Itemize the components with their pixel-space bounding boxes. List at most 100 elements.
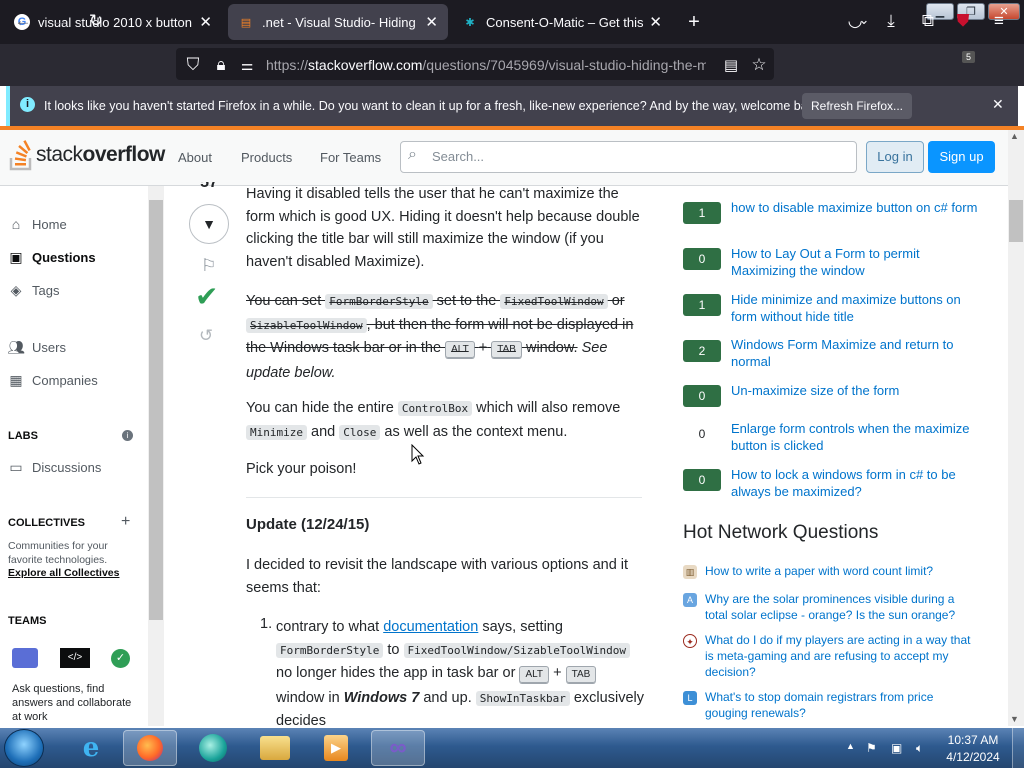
bookmark-icon[interactable]: ⚐ (201, 256, 216, 276)
reload-icon[interactable]: ↻ (85, 10, 107, 32)
sidebar-item-users[interactable]: 👥︎ Users (7, 338, 66, 355)
hot-question-link[interactable]: How to write a paper with word count lim… (705, 563, 975, 579)
tab-consent-o-matic[interactable]: ✱ Consent-O-Matic – Get this Exte ✕ (452, 4, 672, 40)
accepted-checkmark-icon: ✔ (195, 281, 219, 312)
taskbar-internet-explorer[interactable]: e (64, 730, 118, 766)
sidebar-item-questions[interactable]: ▣ Questions (8, 249, 95, 265)
related-question-link[interactable]: How to lock a windows form in c# to be a… (731, 466, 981, 500)
downvote-button[interactable]: ▼ (189, 204, 229, 244)
update-heading: Update (12/24/15) (246, 516, 370, 533)
sidebar-item-companies[interactable]: ▦ Companies (8, 371, 97, 388)
sidebar-item-tags[interactable]: ◈ Tags (8, 281, 60, 298)
download-icon[interactable]: ⤓ (880, 10, 902, 32)
menu-icon[interactable]: ≡ (988, 10, 1010, 32)
pocket-icon[interactable]: ◡ (844, 10, 866, 32)
related-votes: 1 (683, 202, 721, 224)
close-icon[interactable]: ✕ (649, 13, 662, 31)
taskbar-firefox[interactable] (123, 730, 177, 766)
internet-explorer-icon: e (82, 733, 100, 763)
users-icon: 👥︎ (7, 338, 25, 355)
taskbar-visual-studio[interactable]: ∞ (371, 730, 425, 766)
webmasters-site-icon: L (683, 691, 697, 705)
close-icon[interactable]: ✕ (199, 13, 212, 31)
tab-google-search[interactable]: G visual studio 2010 x button only ✕ (4, 4, 222, 40)
new-tab-icon[interactable]: + (682, 10, 706, 34)
tray-expand-icon[interactable]: ▲ (846, 741, 855, 751)
answer-paragraph-strikethrough: You can set FormBorderStyle set to the F… (246, 293, 634, 381)
related-question-link[interactable]: Un-maximize size of the form (731, 382, 981, 399)
ublock-icon[interactable]: ⛊ (952, 10, 974, 32)
visual-studio-icon: ∞ (389, 734, 407, 761)
academia-site-icon: ▥ (683, 565, 697, 579)
add-icon[interactable]: + (121, 513, 130, 531)
taskbar-date[interactable]: 4/12/2024 (938, 750, 1008, 764)
consent-icon: ✱ (465, 16, 475, 29)
related-question-link[interactable]: Enlarge form controls when the maximize … (731, 420, 981, 454)
labs-heading: LABS (8, 430, 38, 442)
hot-question-link[interactable]: What do I do if my players are acting in… (705, 632, 975, 680)
page-scrollbar-thumb[interactable] (1009, 200, 1023, 242)
lock-icon[interactable]: 🔒︎ (210, 54, 232, 76)
related-question-link[interactable]: Windows Form Maximize and return to norm… (731, 336, 981, 370)
inline-code: FormBorderStyle (325, 294, 433, 309)
collectives-description: Communities for your favorite technologi… (8, 540, 108, 566)
scroll-down-icon[interactable]: ▼ (1010, 714, 1019, 724)
bookmark-star-icon[interactable]: ☆ (748, 54, 770, 76)
close-icon[interactable]: ✕ (425, 13, 438, 31)
teams-chat-icon (12, 648, 38, 668)
related-question-link[interactable]: how to disable maximize button on c# for… (731, 199, 981, 216)
sidebar-item-discussions[interactable]: ▭ Discussions (8, 459, 101, 475)
login-button[interactable]: Log in (866, 141, 924, 173)
volume-muted-icon[interactable]: 🔈︎ (916, 741, 923, 756)
related-question-link[interactable]: How to Lay Out a Form to permit Maximizi… (731, 245, 981, 279)
permissions-icon[interactable]: ⚌ (236, 54, 258, 76)
scroll-up-icon[interactable]: ▲ (1010, 131, 1019, 141)
related-votes: 1 (683, 294, 721, 316)
inline-code: Minimize (246, 424, 307, 440)
hot-question-link[interactable]: Why are the solar prominences visible du… (705, 591, 975, 623)
info-icon[interactable]: i (122, 430, 133, 441)
network-icon[interactable]: ▣ (891, 741, 902, 755)
nav-about[interactable]: About (178, 150, 212, 165)
related-question-link[interactable]: Hide minimize and maximize buttons on fo… (731, 291, 981, 325)
taskbar-media-player[interactable]: ▶ (309, 730, 363, 766)
forward-icon[interactable]: → (49, 10, 71, 32)
stackoverflow-icon: ▤ (240, 16, 252, 29)
tag-icon: ◈ (10, 281, 22, 298)
search-icon: ⌕ (408, 146, 417, 163)
vote-count: 57 (196, 182, 222, 190)
reader-view-icon[interactable]: ▤ (720, 54, 742, 76)
hot-question-link[interactable]: What's to stop domain registrars from pr… (705, 689, 975, 721)
kbd-tab: TAB (565, 666, 597, 683)
nav-products[interactable]: Products (241, 150, 292, 165)
tab-stackoverflow[interactable]: ▤ .net - Visual Studio- Hiding the ✕ (228, 4, 448, 40)
explore-collectives-link[interactable]: Explore all Collectives (8, 567, 119, 579)
show-desktop-button[interactable] (1012, 728, 1024, 768)
rpg-site-icon: ✦ (683, 634, 697, 648)
start-button[interactable] (4, 729, 44, 767)
documentation-link[interactable]: documentation (383, 619, 478, 635)
refresh-firefox-button[interactable]: Refresh Firefox... (802, 93, 912, 119)
taskbar-time[interactable]: 10:37 AM (938, 733, 1008, 747)
signup-button[interactable]: Sign up (928, 141, 995, 173)
tracking-protection-icon[interactable]: ⛉ (182, 54, 204, 76)
kbd-alt: ALT (519, 666, 550, 683)
stackoverflow-logo-icon[interactable] (8, 140, 34, 172)
url-text[interactable]: https://stackoverflow.com/questions/7045… (266, 57, 706, 73)
info-icon: i (20, 97, 35, 112)
sidebar-item-home[interactable]: ⌂ Home (8, 216, 67, 232)
sidebar-scrollbar-thumb[interactable] (149, 200, 163, 620)
extensions-icon[interactable]: ⧉ (917, 10, 939, 32)
companies-icon: ▦ (9, 371, 23, 388)
close-icon[interactable]: ✕ (992, 96, 1004, 113)
history-icon[interactable]: ↺ (199, 326, 213, 346)
back-icon[interactable]: ← (12, 10, 34, 32)
teams-heading: TEAMS (8, 615, 47, 627)
related-votes: 2 (683, 340, 721, 362)
taskbar-explorer[interactable] (248, 730, 302, 766)
nav-for-teams[interactable]: For Teams (320, 150, 381, 165)
action-center-flag-icon[interactable]: ⚑ (866, 741, 877, 755)
stackoverflow-logo[interactable]: stackoverflow (36, 143, 165, 167)
taskbar-app[interactable] (186, 730, 240, 766)
teams-check-icon: ✓ (111, 649, 130, 668)
